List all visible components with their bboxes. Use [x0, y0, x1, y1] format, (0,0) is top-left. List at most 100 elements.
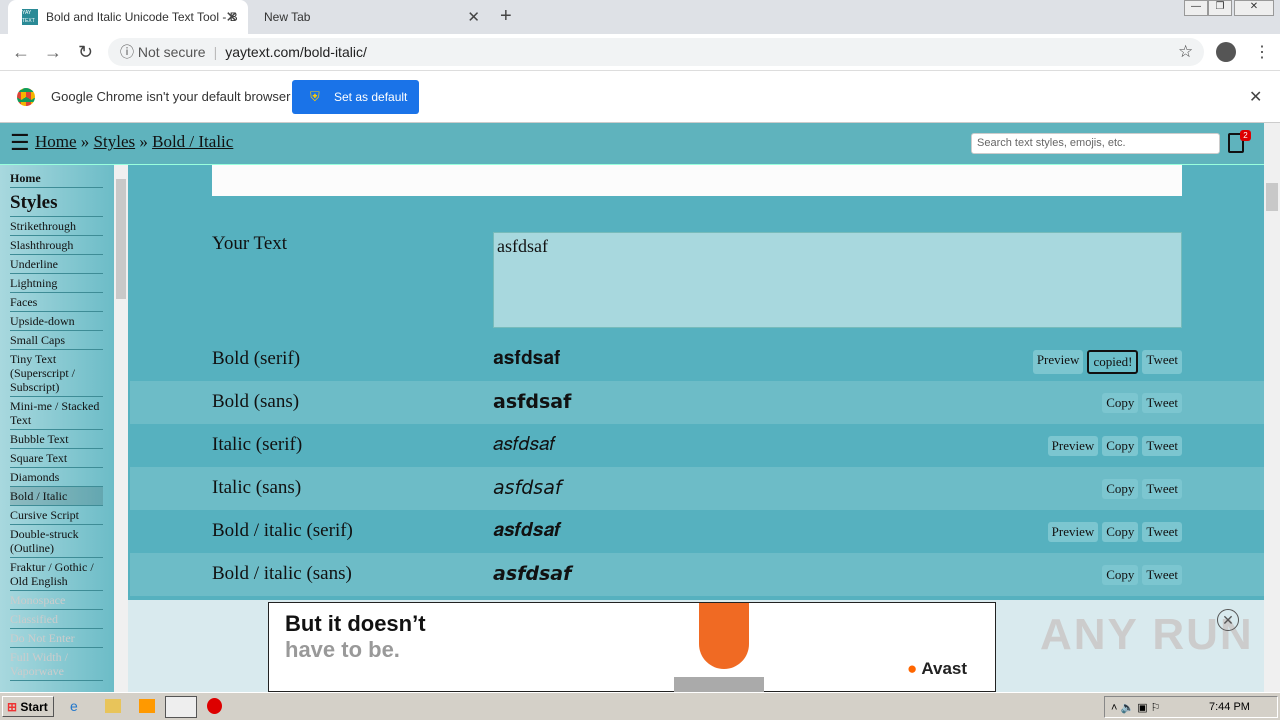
style-output[interactable]: 𝒂𝒔𝒇𝒅𝒔𝒂𝒇 [493, 520, 560, 542]
menu-icon[interactable]: ⋮ [1254, 42, 1270, 62]
tab-title: Bold and Italic Unicode Text Tool - B [46, 10, 238, 24]
sidebar-item[interactable]: Classified [10, 610, 103, 629]
sidebar-item[interactable]: Double-struck (Outline) [10, 525, 103, 558]
your-text-input[interactable]: asfdsaf [493, 232, 1182, 328]
row-actions: Preview Copy Tweet [1047, 436, 1182, 456]
style-label: Bold / italic (serif) [212, 520, 353, 541]
copy-button[interactable]: Copy [1102, 522, 1139, 542]
sidebar-item[interactable]: Tiny Text (Superscript / Subscript) [10, 350, 103, 397]
sidebar-home[interactable]: Home [10, 165, 103, 188]
sidebar: Home Styles Strikethrough Slashthrough Und… [0, 165, 114, 692]
preview-button[interactable]: Preview [1047, 436, 1099, 456]
close-infobar-icon[interactable]: ✕ [1249, 87, 1262, 107]
sidebar-item[interactable]: Diamonds [10, 468, 103, 487]
sidebar-item[interactable]: Underline [10, 255, 103, 274]
sidebar-item[interactable]: Do Not Enter [10, 629, 103, 648]
top-panel [212, 165, 1182, 196]
copy-button[interactable]: Copy [1102, 479, 1139, 499]
sidebar-item[interactable]: Lightning [10, 274, 103, 293]
tray-icons[interactable]: ˄ 🔈 ▣ ⚐ [1111, 702, 1161, 714]
explorer-icon[interactable] [105, 699, 121, 713]
tweet-button[interactable]: Tweet [1142, 350, 1182, 374]
clock: 7:44 PM [1209, 701, 1250, 713]
style-row: Bold / italic (serif) 𝒂𝒔𝒇𝒅𝒔𝒂𝒇 Preview Copy T… [130, 510, 1264, 553]
avast-logo: ● Avast [907, 659, 968, 678]
star-icon[interactable]: ☆ [1178, 42, 1193, 62]
tweet-button[interactable]: Tweet [1142, 565, 1182, 585]
sidebar-item[interactable]: Monospace [10, 591, 103, 610]
close-tab-icon[interactable]: ✕ [225, 8, 238, 26]
hamburger-icon[interactable]: ☰ [10, 130, 30, 156]
style-label: Bold / italic (sans) [212, 563, 352, 584]
boxing-gloves-image [699, 603, 749, 669]
style-output[interactable]: 𝗮𝘀𝗳𝗱𝘀𝗮𝗳 [493, 391, 571, 414]
row-actions: Preview copied! Tweet [1032, 350, 1182, 374]
sidebar-item[interactable]: Bubble Text [10, 430, 103, 449]
opera-icon[interactable] [207, 698, 222, 714]
style-output[interactable]: 𝐚𝐬𝐟𝐝𝐬𝐚𝐟 [493, 348, 560, 370]
minimize-button[interactable]: — [1184, 0, 1208, 16]
tweet-button[interactable]: Tweet [1142, 479, 1182, 499]
sidebar-item[interactable]: Bold / Italic [10, 487, 103, 506]
sidebar-item[interactable]: Faces [10, 293, 103, 312]
style-output[interactable]: 𝙖𝙨𝙛𝙙𝙨𝙖𝙛 [493, 563, 571, 586]
row-actions: Copy Tweet [1102, 393, 1182, 413]
breadcrumb-home[interactable]: Home [35, 132, 77, 151]
your-text-label: Your Text [212, 233, 288, 254]
tweet-button[interactable]: Tweet [1142, 393, 1182, 413]
close-tab-icon[interactable]: ✕ [467, 8, 480, 26]
breadcrumb-styles[interactable]: Styles [94, 132, 136, 151]
search-input[interactable]: Search text styles, emojis, etc. [971, 133, 1220, 154]
system-tray: ˄ 🔈 ▣ ⚐ 7:44 PM [1104, 696, 1278, 718]
tweet-button[interactable]: Tweet [1142, 436, 1182, 456]
url-text: yaytext.com/bold-italic/ [225, 44, 367, 60]
sidebar-item[interactable]: Upside-down [10, 312, 103, 331]
sidebar-item[interactable]: Small Caps [10, 331, 103, 350]
style-label: Italic (sans) [212, 477, 302, 498]
address-bar[interactable]: ⓘ Not secure | yaytext.com/bold-italic/ [108, 38, 1204, 66]
style-output[interactable]: 𝘢𝘴𝘧𝘥𝘴𝘢𝘧 [493, 477, 562, 500]
copy-button[interactable]: Copy [1102, 393, 1139, 413]
style-row: Bold (sans) 𝗮𝘀𝗳𝗱𝘀𝗮𝗳 Copy Tweet [130, 381, 1264, 424]
maximize-button[interactable]: ❐ [1208, 0, 1232, 16]
sidebar-item[interactable]: Strikethrough [10, 217, 103, 236]
sidebar-item[interactable]: Fraktur / Gothic / Old English [10, 558, 103, 591]
profile-icon[interactable] [1216, 42, 1236, 62]
style-row: Bold / italic (sans) 𝙖𝙨𝙛𝙙𝙨𝙖𝙛 Copy Tweet [130, 553, 1264, 596]
button-label: Set as default [334, 90, 408, 104]
row-actions: Copy Tweet [1102, 565, 1182, 585]
new-tab-button[interactable]: + [500, 5, 512, 28]
back-icon[interactable]: ← [12, 42, 30, 63]
preview-button[interactable]: Preview [1047, 522, 1099, 542]
breadcrumb-current[interactable]: Bold / Italic [152, 132, 233, 151]
page-scrollbar[interactable] [1264, 123, 1280, 692]
preview-button[interactable]: Preview [1032, 350, 1084, 374]
ad-banner[interactable]: But it doesn’t have to be. ● Avast [268, 602, 996, 693]
tab-new[interactable]: New Tab ✕ [250, 0, 490, 34]
sep: » [80, 132, 90, 151]
chrome-taskbar-button[interactable] [165, 696, 197, 718]
reload-icon[interactable]: ↻ [78, 42, 93, 63]
tab-active[interactable]: YAY TEXT Bold and Italic Unicode Text Too… [8, 0, 248, 34]
favicon: YAY TEXT [22, 9, 38, 25]
tweet-button[interactable]: Tweet [1142, 522, 1182, 542]
ie-icon[interactable]: e [70, 698, 78, 714]
close-ad-icon[interactable]: ✕ [1217, 609, 1239, 631]
style-label: Bold (serif) [212, 348, 301, 369]
start-button[interactable]: ⊞ Start [2, 696, 54, 717]
sidebar-item[interactable]: Slashthrough [10, 236, 103, 255]
ad-line2: have to be. [285, 637, 400, 662]
style-output[interactable]: 𝑎𝑠𝑓𝑑𝑠𝑎𝑓 [493, 434, 555, 456]
copy-button[interactable]: Copy [1102, 565, 1139, 585]
sidebar-item[interactable]: Full Width / Vaporwave [10, 648, 103, 681]
copied-button[interactable]: copied! [1087, 350, 1139, 374]
sidebar-scrollbar[interactable] [114, 165, 128, 692]
forward-icon[interactable]: → [44, 42, 62, 63]
sidebar-item[interactable]: Mini-me / Stacked Text [10, 397, 103, 430]
close-window-button[interactable]: ✕ [1234, 0, 1274, 16]
copy-button[interactable]: Copy [1102, 436, 1139, 456]
tab-title: New Tab [264, 10, 311, 24]
sidebar-item[interactable]: Square Text [10, 449, 103, 468]
media-player-icon[interactable] [139, 699, 155, 713]
sidebar-item[interactable]: Cursive Script [10, 506, 103, 525]
